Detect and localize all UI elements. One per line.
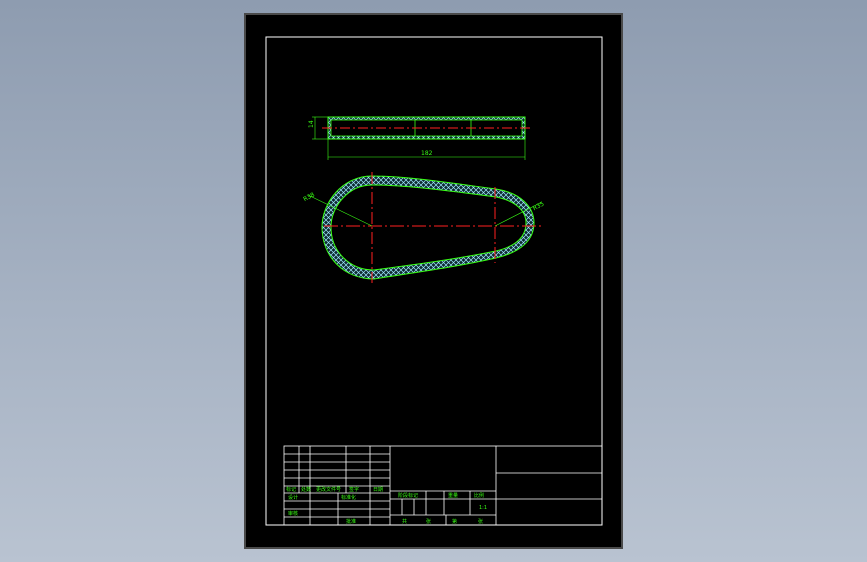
scale-value: 1:1 xyxy=(479,505,487,511)
row-label: 更改文件号 xyxy=(316,486,341,493)
thickness-dimension-text: 14 xyxy=(308,120,315,128)
designer-label: 设计 xyxy=(288,494,298,501)
drawing-canvas[interactable]: 14 182 R38 R35 标记 处数 更改文件号 签字 日期 设计 标准化 … xyxy=(246,15,621,547)
cad-viewport[interactable]: 14 182 R38 R35 标记 处数 更改文件号 签字 日期 设计 标准化 … xyxy=(0,0,867,562)
stage-header: 比例 xyxy=(474,492,484,499)
length-dimension-text: 182 xyxy=(421,150,433,157)
stage-header: 重量 xyxy=(448,492,458,499)
top-view: 14 182 xyxy=(308,116,531,160)
row-label: 标记 xyxy=(286,486,296,493)
drawing-sheet[interactable]: 14 182 R38 R35 标记 处数 更改文件号 签字 日期 设计 标准化 … xyxy=(244,13,623,549)
front-view: R38 R35 xyxy=(302,172,546,283)
small-radius-text: R35 xyxy=(532,200,546,212)
row-label: 日期 xyxy=(373,487,383,493)
sheet-number-label: 第 xyxy=(452,518,457,525)
stage-header: 阶段标记 xyxy=(398,492,418,499)
row-label: 处数 xyxy=(301,486,311,493)
drawing-frame xyxy=(265,36,603,526)
standard-label: 标准化 xyxy=(341,494,356,501)
sheet-label: 张 xyxy=(478,518,483,525)
large-radius-text: R38 xyxy=(302,191,316,203)
sheet-total-label: 共 xyxy=(402,518,407,525)
reviewer-label: 审核 xyxy=(288,510,298,517)
approve-label: 批准 xyxy=(346,518,356,525)
title-block-text: 标记 处数 更改文件号 签字 日期 设计 标准化 审核 批准 阶段标记 重量 比… xyxy=(286,486,487,525)
title-block xyxy=(283,445,603,526)
sheet-label: 张 xyxy=(426,518,431,525)
row-label: 签字 xyxy=(349,486,359,493)
